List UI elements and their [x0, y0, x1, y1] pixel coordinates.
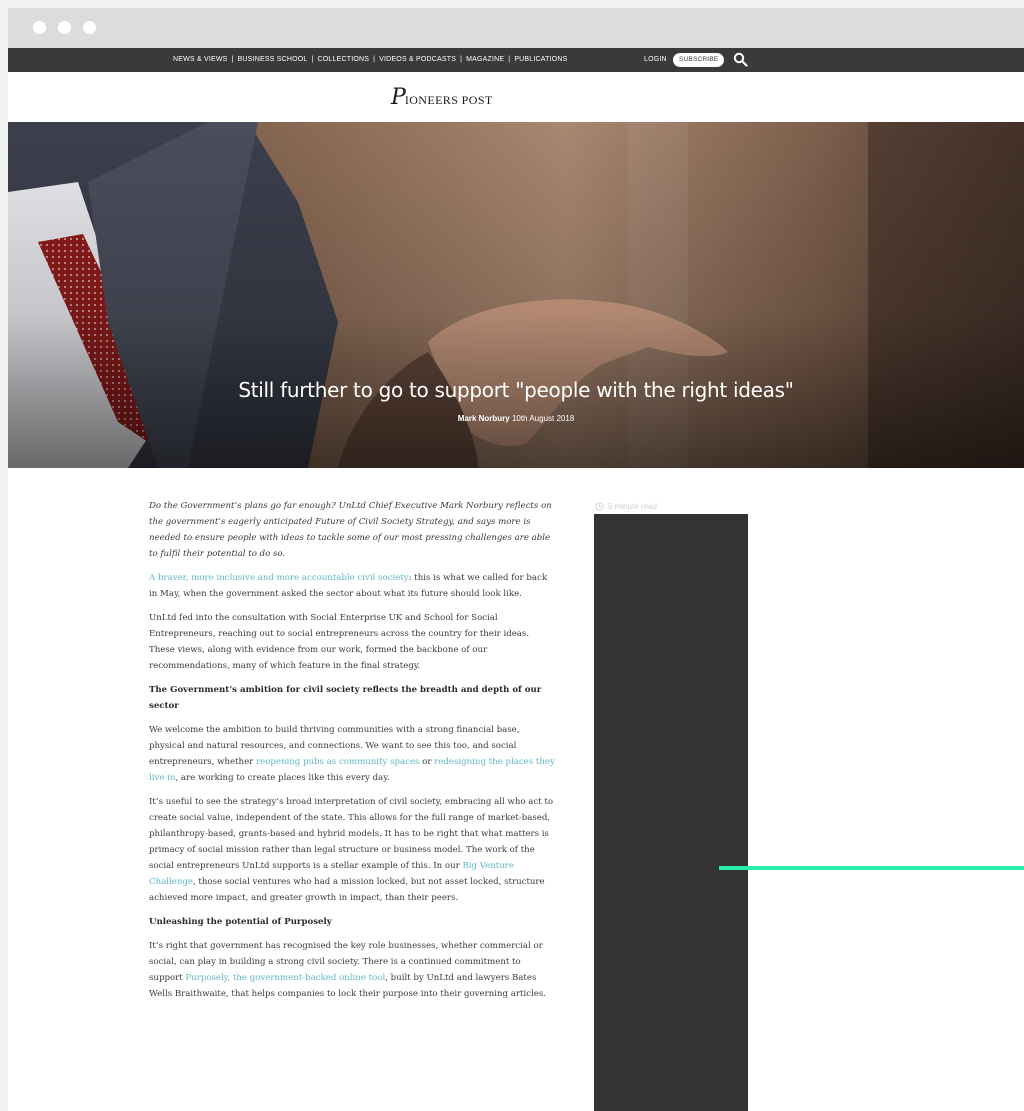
- subscribe-button[interactable]: SUBSCRIBE: [673, 53, 725, 67]
- paragraph-5: It’s right that government has recognise…: [149, 938, 555, 1002]
- nav-link-magazine[interactable]: MAGAZINE: [466, 56, 504, 63]
- paragraph-text: , those social ventures who had a missio…: [149, 877, 545, 903]
- paragraph-2: UnLtd fed into the consultation with Soc…: [149, 613, 530, 671]
- subheading-purposely: Unleashing the potential of Purposely: [149, 917, 332, 927]
- paragraph-text: or: [419, 757, 435, 767]
- browser-window: NEWS & VIEWS | BUSINESS SCHOOL | COLLECTIONS…: [8, 8, 1024, 1111]
- author-name[interactable]: Mark Norbury: [458, 414, 510, 423]
- subheading-ambition: The Government’s ambition for civil soci…: [149, 685, 542, 711]
- search-icon[interactable]: [733, 52, 748, 67]
- paragraph-4: It’s useful to see the strategy’s broad …: [149, 794, 555, 906]
- window-chrome: [8, 8, 1024, 48]
- article-body: Do the Government’s plans go far enough?…: [149, 498, 555, 1010]
- brand-bar: P IONEERS POST: [8, 72, 1024, 122]
- paragraph-text: , are working to create places like this…: [175, 773, 390, 783]
- publish-date: 10th August 2018: [511, 414, 575, 423]
- paragraph-3: We welcome the ambition to build thrivin…: [149, 722, 555, 786]
- nav-link-videos-podcasts[interactable]: VIDEOS & PODCASTS: [379, 56, 456, 63]
- link-braver-civil-society[interactable]: A braver, more inclusive and more accoun…: [149, 573, 409, 583]
- hero-banner: Still further to go to support "people w…: [8, 122, 1024, 468]
- nav-separator: |: [231, 56, 234, 63]
- paragraph-1: A braver, more inclusive and more accoun…: [149, 570, 555, 602]
- read-time: 5 minute read: [595, 502, 657, 511]
- logo-initial: P: [391, 85, 406, 110]
- article-title: Still further to go to support "people w…: [238, 378, 794, 402]
- nav-separator: |: [311, 56, 314, 63]
- window-close-dot[interactable]: [33, 21, 46, 34]
- nav-separator: |: [508, 56, 511, 63]
- nav-link-publications[interactable]: PUBLICATIONS: [514, 56, 567, 63]
- top-navigation: NEWS & VIEWS | BUSINESS SCHOOL | COLLECTIONS…: [8, 48, 1024, 72]
- window-zoom-dot[interactable]: [83, 21, 96, 34]
- clock-icon: [595, 502, 604, 511]
- nav-separator: |: [460, 56, 463, 63]
- sidebar-ad-block: [594, 514, 748, 1111]
- nav-separator: |: [373, 56, 376, 63]
- article-intro: Do the Government’s plans go far enough?…: [149, 501, 552, 559]
- paragraph-text: It’s useful to see the strategy’s broad …: [149, 797, 554, 871]
- nav-links: NEWS & VIEWS | BUSINESS SCHOOL | COLLECTIONS…: [173, 56, 568, 63]
- article-byline: Mark Norbury 10th August 2018: [8, 414, 1024, 423]
- link-purposely-tool[interactable]: Purposely, the government-backed online …: [185, 973, 385, 983]
- nav-link-business-school[interactable]: BUSINESS SCHOOL: [238, 56, 308, 63]
- login-link[interactable]: LOGIN: [644, 56, 667, 63]
- window-minimize-dot[interactable]: [58, 21, 71, 34]
- read-time-label: 5 minute read: [608, 502, 657, 511]
- link-reopening-pubs[interactable]: reopening pubs as community spaces: [256, 757, 419, 767]
- nav-link-news-views[interactable]: NEWS & VIEWS: [173, 56, 228, 63]
- pioneers-post-logo[interactable]: P IONEERS POST: [391, 87, 493, 109]
- logo-wordmark: IONEERS POST: [404, 93, 493, 107]
- accent-line: [719, 866, 1024, 870]
- nav-link-collections[interactable]: COLLECTIONS: [318, 56, 370, 63]
